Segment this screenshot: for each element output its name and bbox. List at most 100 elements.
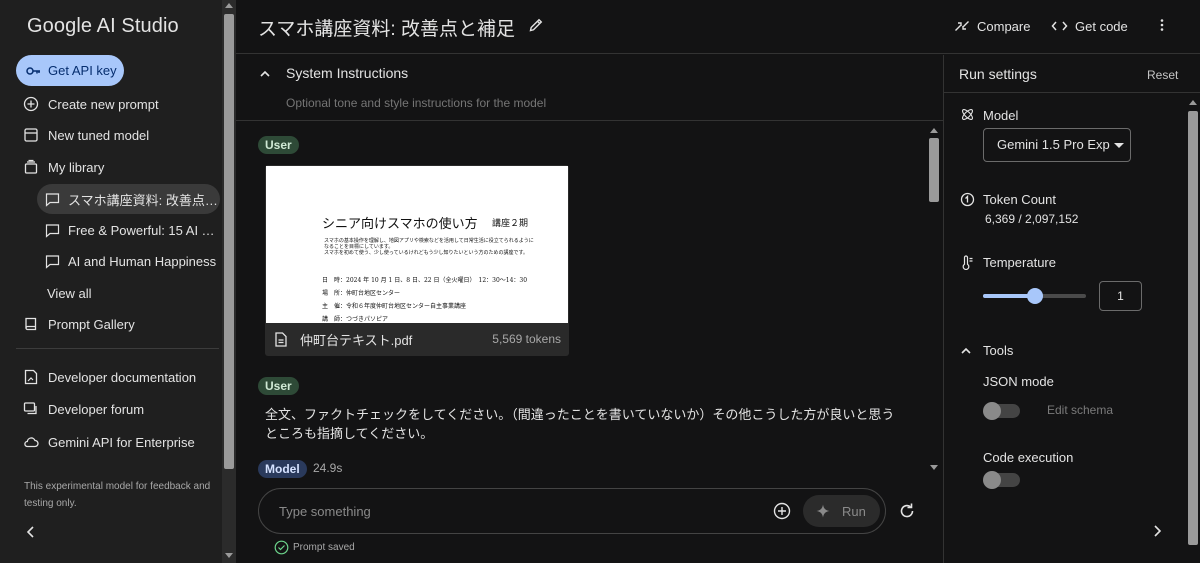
chat-icon (45, 223, 60, 238)
edit-pencil-icon[interactable] (528, 17, 544, 33)
link-developer-forum[interactable]: Developer forum (16, 394, 144, 424)
dropdown-caret-icon (1114, 143, 1124, 148)
compare-button[interactable]: Compare (954, 16, 1030, 36)
system-instructions[interactable]: System Instructions Optional tone and st… (236, 55, 943, 121)
attachment-filename: 仲町台テキスト.pdf (300, 333, 413, 348)
scroll-up-arrow[interactable] (1189, 100, 1197, 105)
scroll-up-arrow[interactable] (225, 3, 233, 8)
library-item[interactable]: AI and Human Happiness (37, 246, 220, 276)
chat-icon (45, 254, 60, 269)
temperature-input[interactable]: 1 (1099, 281, 1142, 311)
get-code-button[interactable]: Get code (1051, 16, 1128, 36)
chat-scrollbar[interactable] (928, 126, 940, 476)
doc-detail-line: 講 師：つづきパソピア (322, 316, 389, 323)
nav-label: Create new prompt (48, 96, 159, 112)
edit-schema-button[interactable]: Edit schema (1047, 403, 1113, 417)
docs-icon (23, 369, 39, 385)
scrollbar-thumb[interactable] (224, 14, 234, 469)
temperature-slider[interactable] (983, 288, 1086, 304)
more-vert-icon[interactable] (1154, 17, 1170, 33)
tune-icon (23, 127, 39, 143)
library-icon (23, 159, 39, 175)
scrollbar-thumb[interactable] (1188, 111, 1198, 545)
json-mode-toggle[interactable] (983, 402, 1020, 420)
prompt-title: スマホ講座資料: 改善点と補足 (258, 19, 515, 40)
code-execution-toggle[interactable] (983, 471, 1020, 489)
model-select-value: Gemini 1.5 Pro Experimental (997, 137, 1110, 152)
token-icon (960, 192, 975, 207)
code-icon (1051, 19, 1075, 33)
prompt-saved-label: Prompt saved (293, 542, 355, 553)
cloud-icon (23, 434, 39, 450)
token-count-value: 6,369 / 2,097,152 (985, 212, 1079, 226)
model-label: Model (983, 108, 1019, 123)
chevron-right-icon[interactable] (1151, 524, 1163, 538)
attachment-token-count: 5,569 tokens (492, 332, 561, 346)
library-item-active[interactable]: スマホ講座資料: 改善点と補足 (37, 184, 220, 214)
library-item[interactable]: Free & Powerful: 15 AI Tools (37, 215, 220, 245)
chat-icon (45, 192, 60, 207)
run-settings-header: Run settings Reset (944, 55, 1200, 93)
doc-detail-line: 主 催：令和６年度仲町台地区センター自主事業講座 (322, 303, 467, 310)
nav-new-tuned-model[interactable]: New tuned model (16, 120, 149, 150)
nav-prompt-gallery[interactable]: Prompt Gallery (16, 309, 135, 339)
nav-label: New tuned model (48, 127, 150, 143)
nav-label: My library (48, 159, 105, 175)
prompt-input[interactable] (279, 501, 759, 521)
refresh-icon[interactable] (898, 502, 916, 520)
library-item-label: AI and Human Happiness (68, 253, 217, 269)
toggle-knob (983, 402, 1001, 420)
compare-label: Compare (977, 18, 1031, 34)
get-code-label: Get code (1075, 18, 1128, 34)
model-select[interactable]: Gemini 1.5 Pro Experimental (983, 128, 1131, 162)
add-circle-icon[interactable] (773, 502, 791, 520)
settings-scrollbar[interactable] (1186, 95, 1200, 563)
scroll-down-arrow[interactable] (930, 465, 938, 470)
nav-label: Prompt Gallery (48, 316, 135, 332)
nav-my-library[interactable]: My library (16, 152, 104, 182)
file-icon (265, 332, 300, 347)
scroll-down-arrow[interactable] (225, 553, 233, 558)
header: スマホ講座資料: 改善点と補足 Compare Get code (236, 0, 1200, 54)
experimental-footnote: This experimental model for feedback and… (24, 481, 211, 509)
chevron-up-icon[interactable] (259, 68, 271, 80)
reset-button[interactable]: Reset (1147, 68, 1178, 82)
run-settings-panel: Run settings Reset Model Gemini 1.5 Pro … (943, 55, 1200, 563)
get-api-key-label: Get API key (48, 63, 117, 78)
temperature-label: Temperature (983, 255, 1056, 270)
prompt-input-box: Run (258, 488, 886, 534)
scrollbar-thumb[interactable] (929, 138, 939, 202)
token-count-label: Token Count (983, 192, 1056, 207)
run-settings-title: Run settings (959, 66, 1037, 82)
system-instructions-heading: System Instructions (286, 65, 409, 81)
model-duration: 24.9s (313, 461, 343, 475)
sidebar: Google AI Studio Get API key Create new … (0, 0, 236, 563)
code-execution-label: Code execution (983, 450, 1074, 465)
link-label: Developer documentation (48, 369, 197, 385)
pdf-preview: シニア向けスマホの使い方 講座２期 スマホの基本操作を理解し、地図アプリや検索な… (266, 166, 568, 323)
link-developer-documentation[interactable]: Developer documentation (16, 362, 196, 392)
add-circle-icon (23, 96, 39, 112)
system-instructions-placeholder[interactable]: Optional tone and style instructions for… (286, 96, 546, 110)
view-all-label: View all (47, 285, 92, 301)
sidebar-scrollbar[interactable] (222, 0, 236, 563)
attachment-footer: 仲町台テキスト.pdf 5,569 tokens (265, 323, 569, 356)
user-message: 全文、ファクトチェックをしてください。（間違ったことを書いていないか）その他こう… (265, 407, 895, 441)
pdf-attachment[interactable]: シニア向けスマホの使い方 講座２期 スマホの基本操作を理解し、地図アプリや検索な… (265, 165, 569, 356)
brand-title: Google AI Studio (27, 15, 179, 37)
compare-icon (954, 18, 977, 34)
link-label: Gemini API for Enterprise (48, 434, 195, 450)
chevron-left-icon[interactable] (25, 525, 37, 539)
link-gemini-api-enterprise[interactable]: Gemini API for Enterprise (16, 427, 195, 457)
nav-create-new-prompt[interactable]: Create new prompt (16, 89, 159, 119)
run-button[interactable]: Run (803, 495, 880, 527)
doc-detail-line: 場 所：仲町台地区センター (322, 290, 401, 297)
slider-knob[interactable] (1026, 288, 1043, 304)
scroll-up-arrow[interactable] (930, 128, 938, 133)
role-badge-model: Model (258, 460, 307, 478)
get-api-key-button[interactable]: Get API key (16, 55, 124, 86)
chevron-up-icon[interactable] (960, 345, 972, 357)
forum-icon (23, 401, 39, 417)
view-all-link[interactable]: View all (37, 278, 220, 308)
doc-title: シニア向けスマホの使い方 (322, 217, 478, 232)
